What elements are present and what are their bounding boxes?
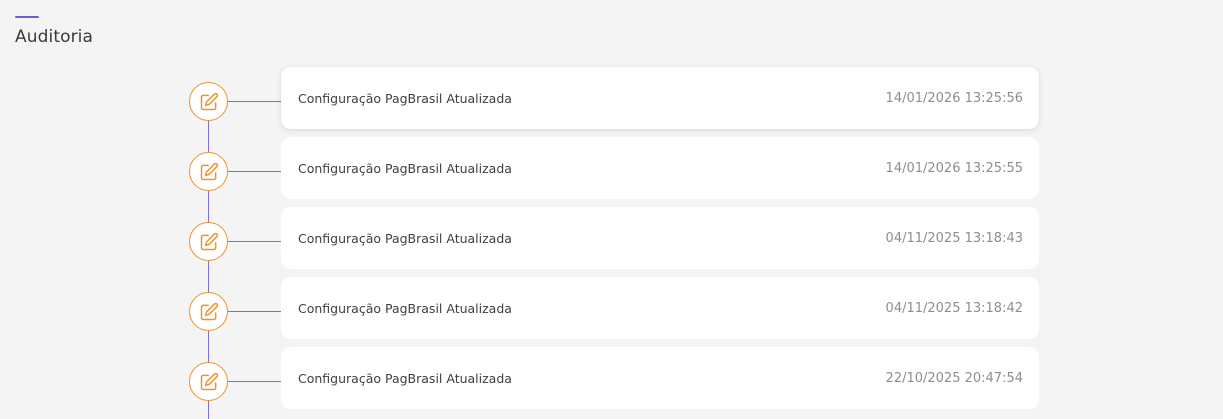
audit-entry-title: Configuração PagBrasil Atualizada — [298, 160, 512, 176]
timeline-entry: Configuração PagBrasil Atualizada 22/10/… — [0, 347, 1223, 409]
edit-icon — [189, 82, 228, 121]
audit-card[interactable]: Configuração PagBrasil Atualizada 22/10/… — [281, 347, 1039, 409]
timeline-connector — [228, 311, 281, 312]
edit-icon — [189, 292, 228, 331]
audit-entry-title: Configuração PagBrasil Atualizada — [298, 230, 512, 246]
timeline-connector — [228, 171, 281, 172]
audit-timeline: Configuração PagBrasil Atualizada 14/01/… — [0, 0, 1223, 419]
audit-entry-title: Configuração PagBrasil Atualizada — [298, 90, 512, 106]
timeline-connector — [228, 381, 281, 382]
audit-entry-datetime: 22/10/2025 20:47:54 — [885, 370, 1023, 386]
audit-card[interactable]: Configuração PagBrasil Atualizada 04/11/… — [281, 277, 1039, 339]
audit-entry-datetime: 04/11/2025 13:18:42 — [885, 300, 1023, 316]
timeline-entry: Configuração PagBrasil Atualizada 04/11/… — [0, 207, 1223, 269]
timeline-connector — [228, 241, 281, 242]
audit-entry-title: Configuração PagBrasil Atualizada — [298, 300, 512, 316]
audit-entry-title: Configuração PagBrasil Atualizada — [298, 370, 512, 386]
audit-entry-datetime: 14/01/2026 13:25:55 — [885, 160, 1023, 176]
audit-card[interactable]: Configuração PagBrasil Atualizada 14/01/… — [281, 67, 1039, 129]
audit-card[interactable]: Configuração PagBrasil Atualizada 04/11/… — [281, 207, 1039, 269]
edit-icon — [189, 152, 228, 191]
timeline-entry: Configuração PagBrasil Atualizada 04/11/… — [0, 277, 1223, 339]
edit-icon — [189, 222, 228, 261]
audit-card[interactable]: Configuração PagBrasil Atualizada 14/01/… — [281, 137, 1039, 199]
timeline-entry: Configuração PagBrasil Atualizada 14/01/… — [0, 137, 1223, 199]
audit-entry-datetime: 04/11/2025 13:18:43 — [885, 230, 1023, 246]
audit-entry-datetime: 14/01/2026 13:25:56 — [885, 90, 1023, 106]
edit-icon — [189, 362, 228, 401]
timeline-connector — [228, 101, 281, 102]
timeline-entry: Configuração PagBrasil Atualizada 14/01/… — [0, 67, 1223, 129]
